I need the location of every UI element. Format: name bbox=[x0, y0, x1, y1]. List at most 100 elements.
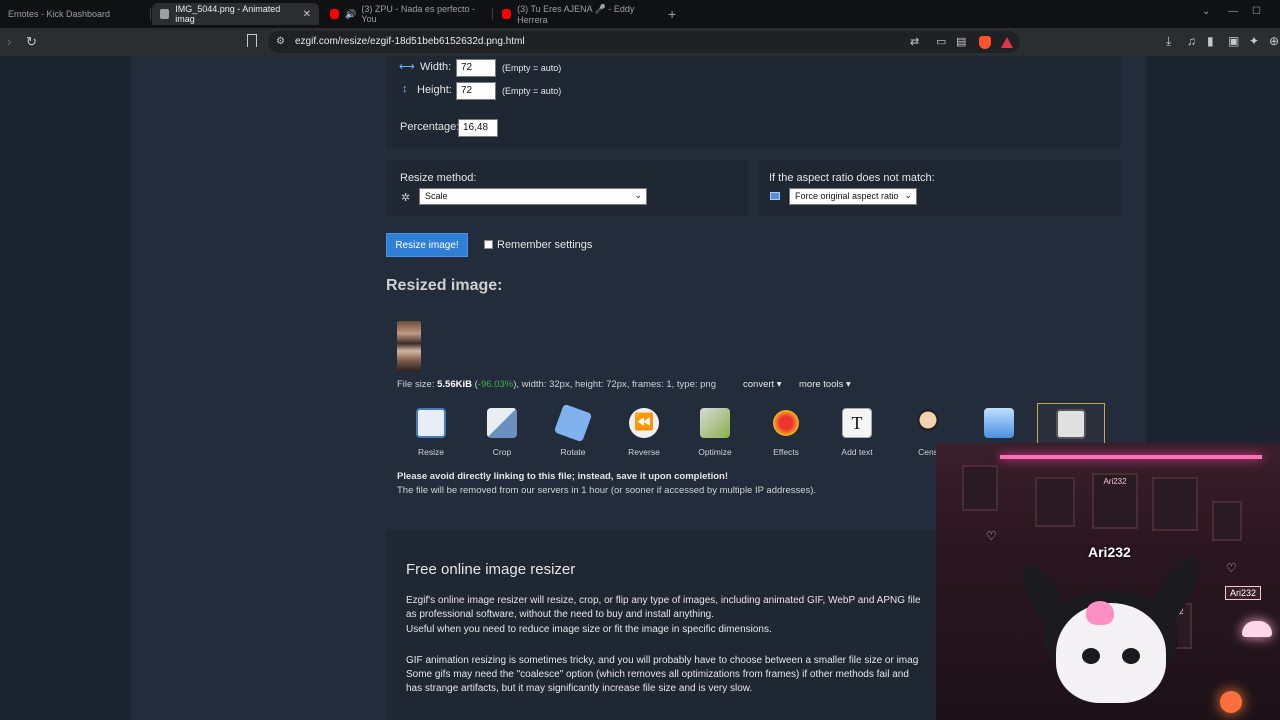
tab-search-icon[interactable]: ⌄ bbox=[1202, 6, 1210, 17]
resize-method-label: Resize method: bbox=[400, 172, 477, 184]
youtube-icon bbox=[502, 9, 512, 19]
tab-title: Emotes - Kick Dashboard bbox=[8, 9, 111, 19]
translate-icon[interactable]: ⇄ bbox=[910, 35, 919, 48]
info-paragraph-line: Ezgif's online image resizer will resize… bbox=[406, 595, 921, 606]
percentage-label: Percentage: bbox=[400, 121, 460, 133]
bookmark-icon[interactable] bbox=[247, 34, 257, 47]
media-icon[interactable]: ♫ bbox=[1187, 34, 1196, 48]
save-icon bbox=[1056, 409, 1086, 439]
profile-icon[interactable]: ⊕ bbox=[1269, 34, 1279, 48]
resize-method-select[interactable]: Scale ⌄ bbox=[419, 188, 647, 205]
new-tab-button[interactable]: + bbox=[668, 6, 676, 22]
download-icon[interactable]: ⤓ bbox=[1166, 34, 1171, 49]
width-input[interactable]: 72 bbox=[456, 59, 496, 77]
percentage-input[interactable]: 16,48 bbox=[458, 119, 498, 137]
tab-title: IMG_5044.png - Animated imag bbox=[175, 4, 281, 24]
censor-icon bbox=[913, 408, 943, 438]
wall-frame bbox=[1212, 501, 1242, 541]
info-heading: Free online image resizer bbox=[406, 561, 576, 578]
url-text[interactable]: ezgif.com/resize/ezgif-18d51beb6152632d.… bbox=[295, 36, 525, 47]
reader-mode-icon[interactable]: ▤ bbox=[956, 35, 966, 48]
youtube-icon bbox=[330, 9, 340, 19]
aspect-ratio-value: Force original aspect ratio bbox=[795, 191, 899, 201]
remember-settings-label: Remember settings bbox=[497, 239, 593, 251]
add-text-icon: T bbox=[842, 408, 872, 438]
file-size-value: 5.56KiB bbox=[437, 379, 472, 390]
tab-title: (3) Tu Eres AJENA 🎤 - Eddy Herrera bbox=[517, 3, 635, 25]
info-paragraph-line: Useful when you need to reduce image siz… bbox=[406, 624, 772, 635]
more-tools-dropdown[interactable]: more tools ▾ bbox=[799, 379, 851, 390]
resized-image-heading: Resized image: bbox=[386, 277, 503, 294]
height-label: Height: bbox=[417, 84, 452, 96]
chevron-down-icon: ⌄ bbox=[634, 190, 642, 200]
remember-settings-checkbox[interactable] bbox=[484, 240, 493, 249]
wall-frame bbox=[962, 465, 998, 511]
heart-icon: ♡ bbox=[986, 529, 997, 543]
address-bar[interactable]: ⚙ ezgif.com/resize/ezgif-18d51beb6152632… bbox=[268, 31, 1020, 53]
minimize-icon[interactable]: — bbox=[1228, 6, 1238, 17]
tab-youtube-zpu[interactable]: 🔊 (3) ZPU - Nada es perfecto - You bbox=[322, 3, 490, 25]
removal-note: The file will be removed from our server… bbox=[397, 485, 817, 496]
tool-add-text[interactable]: T Add text bbox=[824, 403, 890, 459]
tab-strip: Emotes - Kick Dashboard IMG_5044.png - A… bbox=[0, 0, 1280, 28]
maximize-icon[interactable]: ☐ bbox=[1252, 6, 1261, 17]
tool-label: Optimize bbox=[698, 447, 732, 457]
width-hint: (Empty = auto) bbox=[502, 63, 562, 73]
tool-resize[interactable]: Resize bbox=[398, 403, 464, 459]
resize-image-button[interactable]: Resize image! bbox=[386, 233, 468, 257]
forward-icon[interactable]: › bbox=[7, 34, 11, 49]
height-hint: (Empty = auto) bbox=[502, 86, 562, 96]
sidebar-icon[interactable]: ▮ bbox=[1207, 34, 1214, 48]
close-icon[interactable]: ✕ bbox=[303, 9, 311, 20]
tool-reverse[interactable]: ⏪ Reverse bbox=[611, 403, 677, 459]
skull-icon bbox=[1086, 601, 1114, 625]
effects-icon bbox=[771, 408, 801, 438]
gear-icon: ✲ bbox=[401, 192, 411, 204]
info-paragraph-line: GIF animation resizing is sometimes tric… bbox=[406, 655, 919, 666]
wall-frame bbox=[1035, 477, 1075, 527]
kuromi-eye bbox=[1082, 648, 1100, 664]
tool-label: Rotate bbox=[560, 447, 586, 457]
tab-ezgif[interactable]: IMG_5044.png - Animated imag ✕ bbox=[152, 3, 319, 25]
aspect-ratio-icon bbox=[770, 192, 780, 200]
width-label: Width: bbox=[420, 61, 452, 73]
aspect-ratio-select[interactable]: Force original aspect ratio ⌄ bbox=[789, 188, 917, 205]
site-info-icon[interactable]: ⚙ bbox=[276, 36, 285, 47]
info-icon bbox=[984, 408, 1014, 438]
tool-optimize[interactable]: Optimize bbox=[682, 403, 748, 459]
chevron-down-icon: ⌄ bbox=[904, 190, 912, 200]
more-tools-label: more tools bbox=[799, 379, 844, 390]
heart-icon: ♡ bbox=[1226, 561, 1237, 575]
resize-method-value: Scale bbox=[425, 191, 448, 201]
resized-image-preview[interactable] bbox=[397, 321, 421, 371]
reload-icon[interactable]: ↻ bbox=[26, 34, 37, 50]
speaker-icon[interactable]: 🔊 bbox=[345, 9, 356, 20]
file-info: File size: 5.56KiB (-96.03%), width: 32p… bbox=[397, 379, 716, 390]
tool-crop[interactable]: Crop bbox=[469, 403, 535, 459]
navigation-toolbar: › ↻ ⚙ ezgif.com/resize/ezgif-18d51beb615… bbox=[0, 28, 1280, 56]
tool-label: Effects bbox=[773, 447, 799, 457]
convert-dropdown[interactable]: convert ▾ bbox=[743, 379, 782, 390]
tool-label: Crop bbox=[492, 447, 512, 457]
tool-effects[interactable]: Effects bbox=[753, 403, 819, 459]
convert-label: convert bbox=[743, 379, 775, 390]
candle bbox=[1220, 691, 1242, 713]
wallet-icon[interactable]: ▣ bbox=[1228, 34, 1239, 48]
extensions-icon[interactable]: ✦ bbox=[1249, 34, 1259, 48]
frame-label: Ari232 bbox=[1103, 477, 1127, 486]
tool-label: Resize bbox=[418, 447, 444, 457]
brave-shields-icon[interactable] bbox=[979, 36, 991, 49]
cast-icon[interactable]: ▭ bbox=[936, 35, 946, 48]
tool-rotate[interactable]: Rotate bbox=[540, 403, 606, 459]
width-arrow-icon: ⟷ bbox=[399, 61, 415, 73]
brave-rewards-icon[interactable] bbox=[1001, 37, 1013, 48]
tab-divider bbox=[492, 8, 493, 20]
resize-method-panel: Resize method: ✲ Scale ⌄ bbox=[386, 160, 748, 216]
wall-frame: Ari232 bbox=[1092, 473, 1138, 529]
height-input[interactable]: 72 bbox=[456, 82, 496, 100]
streamer-name-tag: Ari232 bbox=[1225, 586, 1262, 600]
tab-youtube-eddy[interactable]: (3) Tu Eres AJENA 🎤 - Eddy Herrera bbox=[494, 3, 662, 25]
tab-divider bbox=[150, 8, 151, 20]
tab-kick[interactable]: Emotes - Kick Dashboard bbox=[0, 3, 148, 25]
optimize-icon bbox=[700, 408, 730, 438]
